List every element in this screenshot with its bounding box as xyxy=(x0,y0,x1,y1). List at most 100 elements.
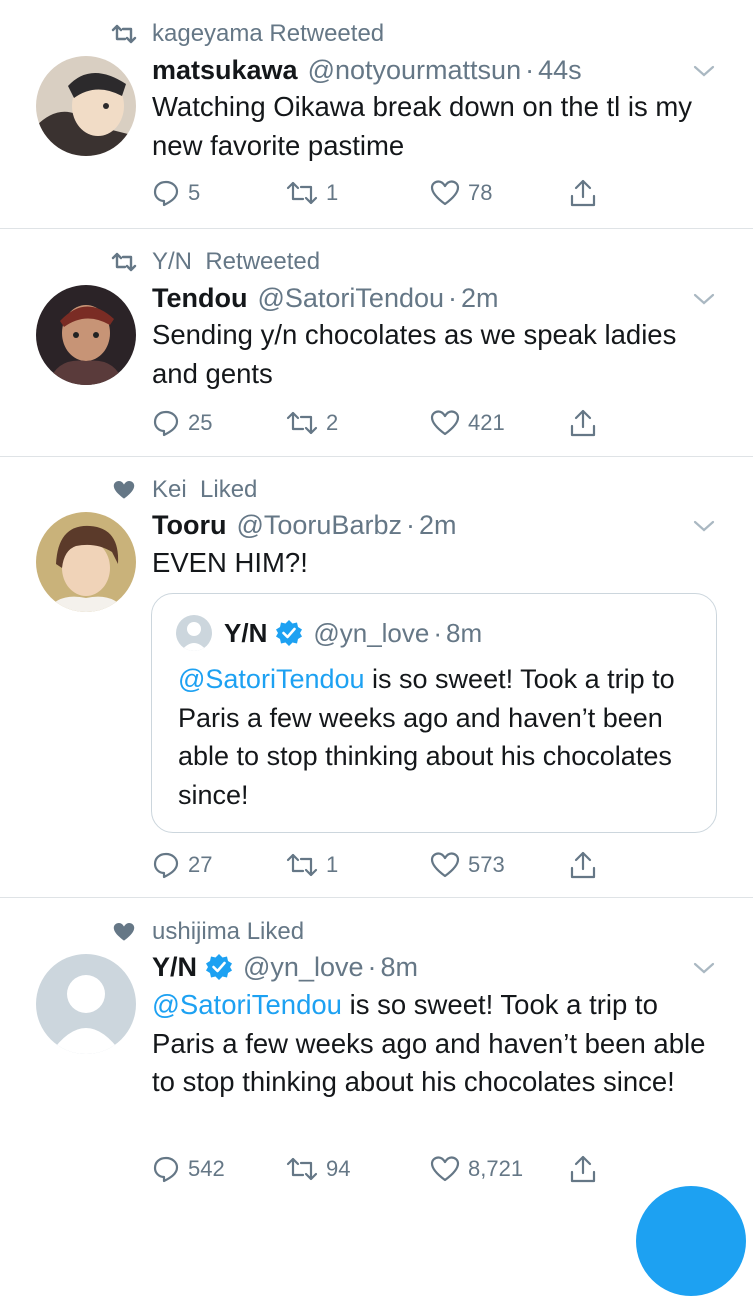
retweet-button[interactable]: 94 xyxy=(286,1152,350,1186)
quoted-tweet-text: @SatoriTendou is so sweet! Took a trip t… xyxy=(178,660,708,814)
share-button[interactable] xyxy=(568,1152,606,1186)
reply-button[interactable]: 27 xyxy=(152,848,212,882)
like-button[interactable]: 8,721 xyxy=(430,1152,523,1186)
context-label: Y/N Retweeted xyxy=(152,248,321,275)
retweet-button[interactable]: 1 xyxy=(286,176,338,210)
quoted-tweet[interactable]: Y/N @yn_love · 8m @SatoriTendou is so sw… xyxy=(151,593,717,833)
share-icon xyxy=(570,179,596,207)
heart-filled-icon xyxy=(110,476,138,504)
chevron-down-icon[interactable] xyxy=(691,286,717,312)
retweet-icon xyxy=(110,248,138,276)
handle[interactable]: @SatoriTendou xyxy=(257,283,444,314)
retweet-context: Y/N Retweeted xyxy=(110,247,320,277)
tweet-text: @SatoriTendou is so sweet! Took a trip t… xyxy=(152,986,722,1102)
retweet-icon xyxy=(286,853,318,877)
tweet-header: Y/N @yn_love · 8m xyxy=(152,950,418,984)
verified-badge-icon xyxy=(205,953,233,981)
tweet[interactable]: kageyama Retweeted matsukawa @notyourmat… xyxy=(0,0,753,228)
heart-icon xyxy=(430,852,460,878)
mention-link[interactable]: @SatoriTendou xyxy=(178,664,365,694)
tweet[interactable]: Y/N Retweeted Tendou @SatoriTendou · 2m … xyxy=(0,229,753,456)
separator-dot: · xyxy=(405,509,415,540)
tweet-header: Tooru @TooruBarbz · 2m xyxy=(152,508,456,542)
reply-button[interactable]: 25 xyxy=(152,406,212,440)
heart-icon xyxy=(430,180,460,206)
retweet-count: 94 xyxy=(326,1156,351,1181)
tweet-header: Tendou @SatoriTendou · 2m xyxy=(152,281,499,315)
reply-icon xyxy=(153,410,179,437)
share-button[interactable] xyxy=(568,406,606,440)
retweet-icon xyxy=(286,1157,318,1181)
retweet-button[interactable]: 2 xyxy=(286,406,338,440)
like-count: 78 xyxy=(468,180,493,205)
reply-icon xyxy=(153,180,179,207)
like-button[interactable]: 573 xyxy=(430,848,505,882)
retweet-icon xyxy=(110,20,138,48)
chevron-down-icon[interactable] xyxy=(691,955,717,981)
context-label: ushijima Liked xyxy=(152,918,305,945)
tweet-header: matsukawa @notyourmattsun · 44s xyxy=(152,53,582,87)
reply-count: 27 xyxy=(188,852,213,877)
display-name[interactable]: Y/N xyxy=(152,952,197,983)
display-name[interactable]: Tendou xyxy=(152,283,247,314)
display-name[interactable]: Tooru xyxy=(152,510,226,541)
separator-dot: · xyxy=(367,951,377,982)
share-icon xyxy=(570,409,596,437)
avatar[interactable] xyxy=(36,285,136,385)
tweet-text: Sending y/n chocolates as we speak ladie… xyxy=(152,319,677,389)
reply-count: 542 xyxy=(188,1156,225,1181)
like-context: ushijima Liked xyxy=(110,917,304,947)
tweet-actions: 5 1 78 xyxy=(152,176,612,210)
reply-count: 5 xyxy=(188,180,201,205)
timestamp[interactable]: 2m xyxy=(419,510,457,541)
default-avatar[interactable] xyxy=(36,954,136,1054)
like-count: 421 xyxy=(468,410,505,435)
timestamp[interactable]: 2m xyxy=(461,283,499,314)
timestamp[interactable]: 8m xyxy=(446,618,482,649)
context-label: Kei Liked xyxy=(152,476,258,503)
reply-button[interactable]: 542 xyxy=(152,1152,225,1186)
handle[interactable]: @notyourmattsun xyxy=(308,55,522,86)
handle[interactable]: @TooruBarbz xyxy=(236,510,401,541)
context-label: kageyama Retweeted xyxy=(152,20,385,47)
share-icon xyxy=(570,1155,596,1183)
retweet-button[interactable]: 1 xyxy=(286,848,338,882)
heart-icon xyxy=(430,410,460,436)
chevron-down-icon[interactable] xyxy=(691,513,717,539)
like-count: 573 xyxy=(468,852,505,877)
display-name[interactable]: matsukawa xyxy=(152,55,298,86)
retweet-count: 1 xyxy=(326,180,339,205)
reply-count: 25 xyxy=(188,410,213,435)
display-name[interactable]: Y/N xyxy=(224,618,267,649)
quoted-tweet-header: Y/N @yn_love · 8m xyxy=(176,615,482,651)
share-button[interactable] xyxy=(568,848,606,882)
tweet-actions: 542 94 8,721 xyxy=(152,1152,612,1186)
retweet-icon xyxy=(286,181,318,205)
avatar[interactable] xyxy=(36,512,136,612)
timestamp[interactable]: 8m xyxy=(381,952,419,983)
handle[interactable]: @yn_love xyxy=(313,618,429,649)
chevron-down-icon[interactable] xyxy=(691,58,717,84)
retweet-context: kageyama Retweeted xyxy=(110,19,384,49)
like-button[interactable]: 78 xyxy=(430,176,492,210)
compose-tweet-button[interactable] xyxy=(636,1186,746,1296)
retweet-icon xyxy=(286,411,318,435)
separator-dot: · xyxy=(448,282,458,313)
tweet-text: Watching Oikawa break down on the tl is … xyxy=(152,91,693,161)
tweet[interactable]: Kei Liked Tooru @TooruBarbz · 2m EVEN HI… xyxy=(0,457,753,897)
share-button[interactable] xyxy=(568,176,606,210)
verified-badge-icon xyxy=(275,619,303,647)
heart-filled-icon xyxy=(110,918,138,946)
mention-link[interactable]: @SatoriTendou xyxy=(152,989,342,1020)
like-count: 8,721 xyxy=(468,1156,524,1181)
timestamp[interactable]: 44s xyxy=(538,55,582,86)
retweet-count: 2 xyxy=(326,410,339,435)
avatar[interactable] xyxy=(36,56,136,156)
tweet-actions: 25 2 421 xyxy=(152,406,612,440)
tweet[interactable]: ushijima Liked Y/N @yn_love · 8m @Satori… xyxy=(0,898,753,1200)
retweet-count: 1 xyxy=(326,852,339,877)
reply-button[interactable]: 5 xyxy=(152,176,200,210)
like-button[interactable]: 421 xyxy=(430,406,505,440)
handle[interactable]: @yn_love xyxy=(243,952,363,983)
tweet-text: EVEN HIM?! xyxy=(152,547,308,578)
